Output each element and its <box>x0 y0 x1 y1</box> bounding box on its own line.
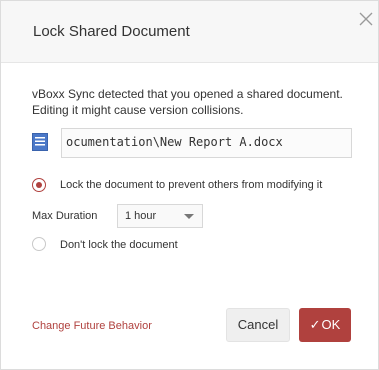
lock-document-label: Lock the document to prevent others from… <box>60 179 323 191</box>
dialog-header: Lock Shared Document <box>1 1 378 63</box>
duration-select[interactable]: 1 hour <box>117 204 203 228</box>
lock-shared-document-dialog: Lock Shared Document vBoxx Sync detected… <box>0 0 379 370</box>
change-future-behavior-link[interactable]: Change Future Behavior <box>32 320 152 332</box>
dialog-message: vBoxx Sync detected that you opened a sh… <box>32 87 343 117</box>
close-button[interactable] <box>357 10 375 28</box>
cancel-button[interactable]: Cancel <box>226 308 290 342</box>
document-icon <box>32 133 48 151</box>
dialog-title: Lock Shared Document <box>33 23 190 40</box>
duration-value: 1 hour <box>125 210 157 222</box>
max-duration-label: Max Duration <box>32 210 98 222</box>
ok-button[interactable]: ✓OK <box>299 308 351 342</box>
document-path-field[interactable]: ocumentation\New Report A.docx <box>61 128 352 158</box>
dont-lock-radio[interactable] <box>32 237 46 251</box>
close-icon <box>359 12 373 26</box>
lock-document-radio[interactable] <box>32 178 46 192</box>
ok-label: OK <box>321 317 341 332</box>
chevron-down-icon <box>184 214 194 219</box>
dont-lock-label: Don't lock the document <box>60 239 178 251</box>
check-icon: ✓ <box>309 317 321 332</box>
